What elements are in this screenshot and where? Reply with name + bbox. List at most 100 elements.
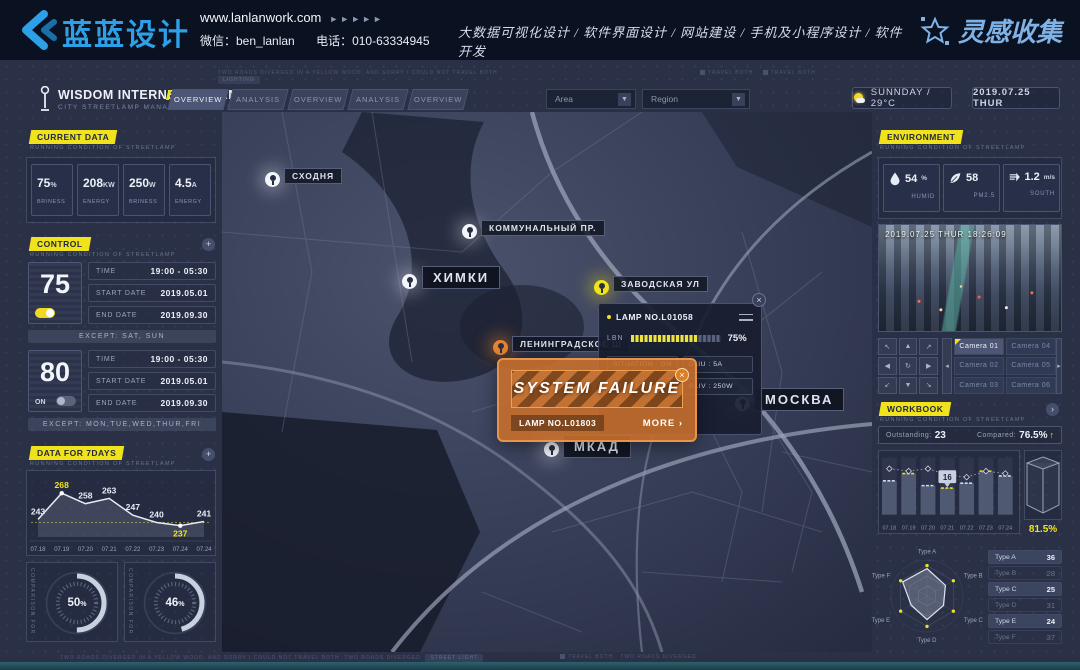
data7-subtitle: RUNNING CONDITION OF STREETLAMP xyxy=(30,461,176,467)
svg-text:07.21: 07.21 xyxy=(102,547,118,553)
start-date-field[interactable]: START DATE2019.05.01 xyxy=(88,284,216,302)
type-d-row[interactable]: Type D31 xyxy=(988,598,1062,612)
tab-overview-3[interactable]: OVERVIEW xyxy=(407,89,468,110)
workbook-next-button[interactable]: › xyxy=(1046,403,1059,416)
camera-prev-button[interactable]: ◂ xyxy=(942,338,952,394)
svg-text:07.24: 07.24 xyxy=(196,547,212,553)
lamp-marker-failure[interactable] xyxy=(493,340,508,355)
camera-05-button[interactable]: Camera 05 xyxy=(1006,357,1056,374)
lanlan-logo-icon xyxy=(14,10,58,50)
tab-overview-1[interactable]: OVERVIEW xyxy=(167,89,228,110)
lamp-popup-header: LAMP NO.L01058 xyxy=(607,312,753,322)
type-radar-chart: Type AType BType CType DType EType F xyxy=(868,542,986,650)
map-label-shodnya[interactable]: СХОДНЯ xyxy=(284,168,342,184)
pan-down-right-button[interactable]: ↘ xyxy=(919,377,938,394)
svg-text:07.19: 07.19 xyxy=(902,525,916,531)
pan-right-button[interactable]: ▶ xyxy=(919,357,938,374)
services-text: 大数据可视化设计 / 软件界面设计 / 网站建设 / 手机及小程序设计 / 软件… xyxy=(458,22,908,60)
area-select[interactable]: Area▼ xyxy=(546,89,636,109)
control-group2-toggle[interactable] xyxy=(56,396,76,406)
pan-down-button[interactable]: ▼ xyxy=(899,377,918,394)
sun-cloud-icon xyxy=(853,92,865,105)
end-date-field[interactable]: END DATE2019.09.30 xyxy=(88,306,216,324)
pan-left-button[interactable]: ◀ xyxy=(878,357,897,374)
close-icon[interactable]: × xyxy=(675,368,689,382)
camera-next-button[interactable]: ▸ xyxy=(1056,338,1062,394)
camera-06-button[interactable]: Camera 06 xyxy=(1006,377,1056,394)
region-select[interactable]: Region▼ xyxy=(642,89,750,109)
svg-text:07.18: 07.18 xyxy=(30,547,46,553)
add-control-button[interactable]: + xyxy=(202,238,215,251)
reset-view-button[interactable]: ↻ xyxy=(899,357,918,374)
tab-overview-2[interactable]: OVERVIEW xyxy=(287,89,348,110)
more-button[interactable]: MORE › xyxy=(643,418,683,429)
lamp-marker[interactable] xyxy=(544,442,559,457)
svg-text:07.20: 07.20 xyxy=(921,525,935,531)
wind-icon xyxy=(1009,171,1021,183)
camera-list: Camera 01 Camera 02 Camera 03 Camera 04 … xyxy=(954,338,1056,394)
control-subtitle: RUNNING CONDITION OF STREETLAMP xyxy=(30,252,176,258)
website-link[interactable]: www.lanlanwork.com►►►►► xyxy=(200,10,384,25)
workbook-cube-box xyxy=(1024,450,1062,520)
control-group1-toggle[interactable] xyxy=(35,308,55,318)
map-label-khimki[interactable]: ХИМКИ xyxy=(422,266,500,289)
tab-analysis-2[interactable]: ANALYSIS xyxy=(347,89,408,110)
map-label-zavodskaya[interactable]: ЗАВОДСКАЯ УЛ xyxy=(613,276,708,292)
end-date-field[interactable]: END DATE2019.09.30 xyxy=(88,394,216,412)
phone-text: 电话：010-63334945 xyxy=(316,34,429,48)
svg-text:258: 258 xyxy=(78,491,93,501)
system-failure-popup: × SYSTEM FAILURE LAMP NO.L01803 MORE › xyxy=(497,358,697,442)
tab-analysis-1[interactable]: ANALYSIS xyxy=(227,89,288,110)
lamp-marker-warning[interactable] xyxy=(594,280,609,295)
map-label-moskva[interactable]: МОСКВА xyxy=(754,388,844,411)
city-map[interactable]: СХОДНЯ КОММУНАЛЬНЫЙ ПР. ХИМКИ ЗАВОДСКАЯ … xyxy=(222,112,872,652)
map-label-kommunalny[interactable]: КОММУНАЛЬНЫЙ ПР. xyxy=(481,220,605,236)
status-dot xyxy=(607,315,611,319)
bottom-accent-bar xyxy=(0,662,1080,670)
date-widget: 2019.07.25 THUR xyxy=(972,87,1060,109)
comparison-gauge-2: COMPARISON FOR 46% xyxy=(124,562,216,642)
type-c-row[interactable]: Type C25 xyxy=(988,582,1062,596)
lamp-marker[interactable] xyxy=(402,274,417,289)
svg-text:07.24: 07.24 xyxy=(998,525,1012,531)
close-icon[interactable]: × xyxy=(752,293,766,307)
camera-timestamp: 2019.07.25 THUR 18:26:09 xyxy=(885,230,1007,239)
gauge-vertical-label: COMPARISON FOR xyxy=(29,568,35,635)
inspiration-collect-link[interactable]: 灵感收集 xyxy=(920,12,1062,49)
svg-text:07.18: 07.18 xyxy=(882,525,896,531)
svg-text:07.23: 07.23 xyxy=(979,525,993,531)
time-field[interactable]: TIME19:00 - 05:30 xyxy=(88,262,216,280)
pan-down-left-button[interactable]: ↙ xyxy=(878,377,897,394)
camera-feed[interactable]: 2019.07.25 THUR 18:26:09 xyxy=(878,224,1062,332)
type-b-row[interactable]: Type B28 xyxy=(988,566,1062,580)
up-arrow-icon: ↑ xyxy=(1050,430,1055,440)
camera-03-button[interactable]: Camera 03 xyxy=(954,377,1004,394)
workbook-label: WORKBOOK xyxy=(879,402,952,416)
svg-text:07.21: 07.21 xyxy=(940,525,954,531)
workbook-subtitle: RUNNING CONDITION OF STREETLAMP xyxy=(880,417,1026,423)
type-f-row[interactable]: Type F37 xyxy=(988,630,1062,644)
lamp-marker[interactable] xyxy=(265,172,280,187)
lbn-progressbar[interactable] xyxy=(630,334,722,343)
camera-01-button[interactable]: Camera 01 xyxy=(954,338,1004,355)
pan-up-left-button[interactable]: ↖ xyxy=(878,338,897,355)
gauge-value: 46 xyxy=(165,597,178,609)
seven-day-line-chart: 24326825826324724023724107.1807.1907.200… xyxy=(26,470,216,556)
current-data-cards: 75% BRINESS 208KW ENERGY 250W BRINESS 4.… xyxy=(26,157,216,223)
camera-04-button[interactable]: Camera 04 xyxy=(1006,338,1056,355)
start-date-field[interactable]: START DATE2019.05.01 xyxy=(88,372,216,390)
svg-text:Type B: Type B xyxy=(964,574,983,580)
sliders-icon[interactable] xyxy=(739,313,753,322)
type-a-row[interactable]: Type A36 xyxy=(988,550,1062,564)
wechat-text: 微信：ben_lanlan xyxy=(200,34,295,48)
data7-expand-button[interactable]: + xyxy=(202,448,215,461)
pan-up-right-button[interactable]: ↗ xyxy=(919,338,938,355)
lamp-marker[interactable] xyxy=(462,224,477,239)
type-e-row[interactable]: Type E24 xyxy=(988,614,1062,628)
failure-title-box: SYSTEM FAILURE xyxy=(511,370,683,408)
time-field[interactable]: TIME19:00 - 05:30 xyxy=(88,350,216,368)
pan-up-button[interactable]: ▲ xyxy=(899,338,918,355)
control-group1-brightness: 75 ON xyxy=(28,262,82,324)
street-light-badge: STREET LIGHT xyxy=(425,654,483,662)
camera-02-button[interactable]: Camera 02 xyxy=(954,357,1004,374)
